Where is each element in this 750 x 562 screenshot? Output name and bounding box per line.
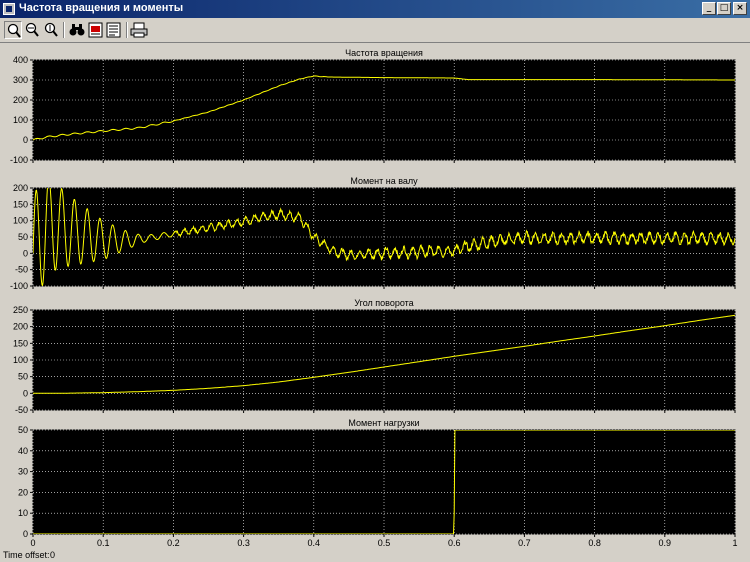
y-tick-label: 150	[13, 338, 28, 348]
y-tick-label: 30	[18, 467, 28, 477]
toolbar-separator	[63, 22, 65, 38]
x-tick-label: 0.1	[97, 538, 110, 548]
maximize-icon: □	[719, 3, 729, 13]
x-tick-label: 0.8	[588, 538, 601, 548]
y-tick-label: 200	[13, 183, 28, 193]
zoom-y-icon	[44, 22, 58, 37]
scope-axes-2[interactable]: Момент на валу -100 -50 0 50 100 150 200	[10, 176, 736, 291]
print-button[interactable]	[130, 21, 148, 39]
toolbar	[0, 18, 750, 43]
x-tick-label: 0.3	[237, 538, 250, 548]
close-icon: ×	[736, 3, 744, 13]
toolbar-separator	[126, 22, 128, 38]
scope-axes-1[interactable]: Частота вращения -100 0 100 200 300 400	[10, 48, 736, 165]
y-tick-label: 0	[23, 388, 28, 398]
y-tick-label: -100	[10, 281, 28, 291]
y-tick-label: 50	[18, 425, 28, 435]
y-tick-label: 100	[13, 355, 28, 365]
save-axes-button[interactable]	[87, 21, 105, 39]
scope-axes-3[interactable]: Угол поворота -50 0 50 100 150 200 250	[13, 298, 736, 415]
y-tick-label: 10	[18, 508, 28, 518]
zoom-button[interactable]	[4, 21, 22, 39]
y-tick-label: 300	[13, 75, 28, 85]
y-tick-label: 250	[13, 305, 28, 315]
scope-figure: Частота вращения-1000100200300400Момент …	[10, 48, 738, 548]
y-tick-label: 200	[13, 95, 28, 105]
y-tick-label: 0	[23, 248, 28, 258]
title-bar[interactable]: Частота вращения и моменты _ □ ×	[0, 0, 750, 18]
x-tick-label: 0.4	[308, 538, 321, 548]
x-tick-label: 0.9	[659, 538, 672, 548]
zoom-y-button[interactable]	[42, 21, 60, 39]
y-tick-label: 150	[13, 199, 28, 209]
y-tick-label: 400	[13, 55, 28, 65]
axes-title: Угол поворота	[354, 298, 413, 308]
zoom-x-icon	[25, 22, 39, 37]
x-tick-label: 0.2	[167, 538, 180, 548]
x-tick-label: 0.7	[518, 538, 531, 548]
maximize-button[interactable]: □	[717, 2, 731, 15]
autoscale-binoculars-icon	[69, 24, 85, 36]
minimize-icon: _	[706, 3, 712, 13]
y-tick-label: 50	[18, 372, 28, 382]
time-offset-value: 0	[50, 550, 56, 560]
scope-plot-area: Частота вращения -100 0 100 200 300 400 Момент …	[0, 43, 750, 550]
y-tick-label: 40	[18, 446, 28, 456]
axes-title: Частота вращения	[345, 48, 423, 58]
axes-title: Момент нагрузки	[348, 418, 419, 428]
print-icon	[130, 22, 148, 38]
x-tick-label: 1	[732, 538, 737, 548]
y-tick-label: 100	[13, 115, 28, 125]
save-axes-settings-icon	[88, 22, 103, 38]
x-tick-label: 0	[30, 538, 35, 548]
y-tick-label: 0	[23, 529, 28, 539]
zoom-x-button[interactable]	[23, 21, 41, 39]
y-tick-label: -50	[15, 405, 28, 415]
status-bar: Time offset: 0	[0, 549, 750, 562]
autoscale-button[interactable]	[68, 21, 86, 39]
close-button[interactable]: ×	[733, 2, 747, 15]
x-tick-label: 0.6	[448, 538, 461, 548]
y-tick-label: 20	[18, 487, 28, 497]
y-tick-label: 0	[23, 135, 28, 145]
y-tick-label: 200	[13, 322, 28, 332]
restore-axes-settings-icon	[106, 22, 121, 38]
y-tick-label: 50	[18, 232, 28, 242]
x-tick-label: 0.5	[378, 538, 391, 548]
y-tick-label: -50	[15, 265, 28, 275]
axes-title: Момент на валу	[350, 176, 418, 186]
zoom-icon	[7, 23, 21, 38]
window-title: Частота вращения и моменты	[19, 2, 184, 14]
window-app-icon[interactable]	[3, 3, 15, 15]
time-offset-label: Time offset:	[3, 550, 50, 560]
minimize-button[interactable]: _	[702, 2, 716, 15]
y-tick-label: 100	[13, 216, 28, 226]
restore-axes-button[interactable]	[105, 21, 123, 39]
scope-axes-4[interactable]: Момент нагрузки 0 0.1 0.2 0.3 0.4 0.5 0.6 0.7 0.8…	[18, 418, 738, 548]
y-tick-label: -100	[10, 155, 28, 165]
